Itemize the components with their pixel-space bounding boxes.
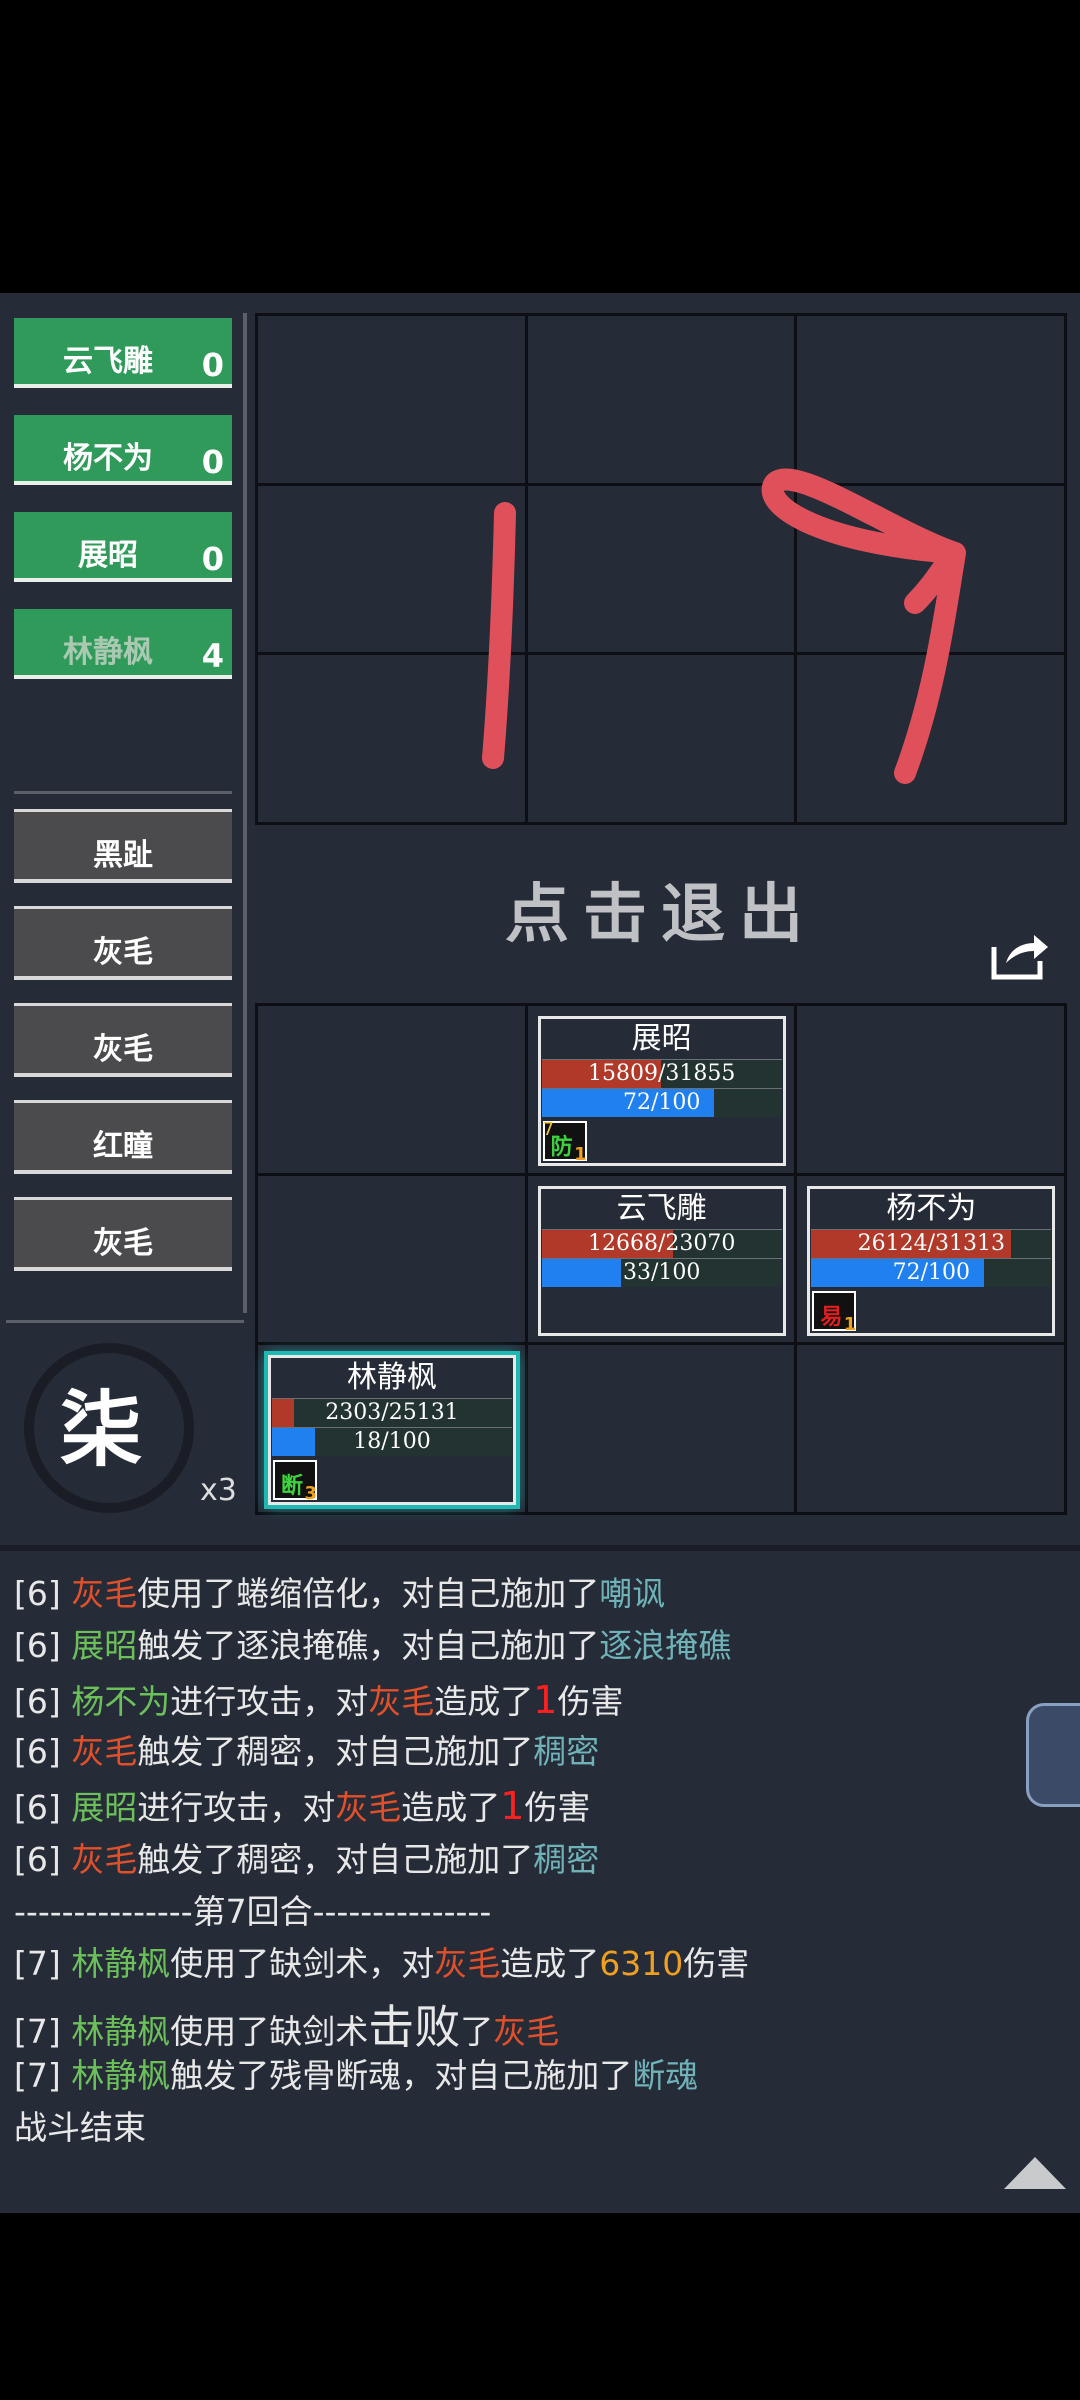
party-name: 林静枫 bbox=[63, 635, 153, 670]
enemy-item[interactable]: 黑趾 bbox=[14, 809, 232, 883]
turn-multiplier: x3 bbox=[200, 1473, 237, 1508]
hp-bar: 26124/31313 bbox=[811, 1228, 1052, 1258]
party-name: 杨不为 bbox=[63, 441, 153, 476]
log-line: [7] 林静枫触发了残骨断魂，对自己施加了断魂 bbox=[14, 2056, 699, 2095]
party-name: 展昭 bbox=[78, 538, 138, 573]
grid-cell[interactable]: 展昭 15809/31855 72/100 7 防 1 bbox=[527, 1006, 795, 1173]
party-item-yangbuwei[interactable]: 杨不为 0 bbox=[14, 415, 232, 485]
mp-bar: 33/100 bbox=[541, 1257, 782, 1287]
party-count: 0 bbox=[201, 540, 224, 578]
unit-name: 杨不为 bbox=[886, 1190, 977, 1226]
enemy-name: 红瞳 bbox=[93, 1129, 153, 1164]
hp-text: 12668/23070 bbox=[587, 1230, 736, 1256]
party-count: 4 bbox=[201, 637, 224, 675]
unit-card-yangbuwei[interactable]: 杨不为 26124/31313 72/100 易 1 bbox=[807, 1185, 1056, 1336]
buff-icon[interactable]: 易 1 bbox=[812, 1290, 857, 1335]
mp-bar: 72/100 bbox=[811, 1257, 1052, 1287]
log-line: [6] 展昭进行攻击，对灰毛造成了1伤害 bbox=[14, 1784, 591, 1828]
buff-icon[interactable]: 7 防 1 bbox=[542, 1119, 587, 1165]
party-item-linjingfeng[interactable]: 林静枫 4 bbox=[14, 609, 232, 679]
buff-count: 1 bbox=[843, 1313, 857, 1335]
hp-bar: 15809/31855 bbox=[541, 1059, 782, 1088]
unit-name: 云飞雕 bbox=[616, 1190, 707, 1226]
hp-text: 2303/25131 bbox=[325, 1400, 459, 1426]
enemy-divider bbox=[6, 1320, 244, 1323]
log-line: [6] 灰毛触发了稠密，对自己施加了稠密 bbox=[14, 1840, 600, 1879]
party-name: 云飞雕 bbox=[63, 344, 153, 379]
side-panel-tab[interactable] bbox=[1026, 1703, 1080, 1807]
scribble-overlay bbox=[482, 468, 966, 784]
party-count: 0 bbox=[201, 346, 224, 384]
party-grid: 展昭 15809/31855 72/100 7 防 1 云飞雕 12668/23… bbox=[255, 1003, 1067, 1515]
mp-bar: 72/100 bbox=[541, 1088, 782, 1117]
grid-cell[interactable]: 云飞雕 12668/23070 33/100 bbox=[527, 1175, 795, 1343]
unit-card-yunfeidiao[interactable]: 云飞雕 12668/23070 33/100 bbox=[537, 1185, 786, 1336]
log-round-separator: ---------------第7回合--------------- bbox=[14, 1892, 492, 1931]
scribble-stroke-nine bbox=[761, 468, 966, 784]
grid-cell[interactable] bbox=[797, 1345, 1064, 1512]
buff-count: 3 bbox=[304, 1483, 317, 1505]
buff-glyph: 断 bbox=[281, 1474, 304, 1500]
buff-count: 1 bbox=[574, 1144, 587, 1165]
grid-cell[interactable] bbox=[258, 1006, 525, 1173]
buff-glyph: 防 bbox=[550, 1135, 573, 1160]
buff-glyph: 易 bbox=[820, 1304, 843, 1330]
unit-name: 展昭 bbox=[631, 1021, 692, 1056]
enemy-item[interactable]: 灰毛 bbox=[14, 906, 232, 980]
turn-glyph: 柒 bbox=[60, 1382, 143, 1478]
mp-text: 33/100 bbox=[622, 1259, 701, 1285]
log-line: [7] 林静枫使用了缺剑术，对灰毛造成了6310伤害 bbox=[14, 1944, 750, 1983]
mp-text: 18/100 bbox=[353, 1429, 431, 1455]
log-top-border bbox=[0, 1545, 1080, 1551]
unit-card-linjingfeng[interactable]: 林静枫 2303/25131 18/100 断 3 bbox=[268, 1355, 516, 1506]
enemy-name: 灰毛 bbox=[93, 1032, 153, 1067]
log-line: 战斗结束 bbox=[14, 2108, 146, 2147]
battle-log: [6] 灰毛使用了蜷缩倍化，对自己施加了嘲讽 [6] 展昭触发了逐浪掩礁，对自己… bbox=[0, 1545, 1080, 2210]
hp-bar: 2303/25131 bbox=[272, 1398, 512, 1428]
enemy-name: 灰毛 bbox=[93, 935, 153, 970]
grid-cell[interactable]: 杨不为 26124/31313 72/100 易 1 bbox=[797, 1175, 1064, 1343]
hp-text: 15809/31855 bbox=[587, 1061, 736, 1086]
party-item-zhanzhao[interactable]: 展昭 0 bbox=[14, 512, 232, 582]
grid-cell[interactable] bbox=[797, 1006, 1064, 1173]
exit-label[interactable]: 点击退出 bbox=[255, 863, 1067, 955]
mp-text: 72/100 bbox=[892, 1259, 971, 1285]
hp-bar: 12668/23070 bbox=[541, 1228, 782, 1258]
log-line: [6] 杨不为进行攻击，对灰毛造成了1伤害 bbox=[14, 1678, 624, 1722]
scroll-up-icon[interactable] bbox=[1002, 2155, 1068, 2191]
enemy-item[interactable]: 红瞳 bbox=[14, 1100, 232, 1174]
log-line: [6] 灰毛使用了蜷缩倍化，对自己施加了嘲讽 bbox=[14, 1574, 666, 1613]
party-item-yunfeidiao[interactable]: 云飞雕 0 bbox=[14, 318, 232, 388]
enemy-name: 黑趾 bbox=[93, 838, 153, 873]
share-icon[interactable] bbox=[990, 931, 1052, 981]
scribble-stroke-one bbox=[482, 502, 516, 769]
buff-icon[interactable]: 断 3 bbox=[273, 1460, 317, 1504]
grid-cell[interactable]: 林静枫 2303/25131 18/100 断 3 bbox=[258, 1345, 525, 1512]
grid-cell[interactable] bbox=[258, 1175, 525, 1343]
log-line: [6] 灰毛触发了稠密，对自己施加了稠密 bbox=[14, 1732, 600, 1771]
mp-bar: 18/100 bbox=[272, 1427, 512, 1457]
party-divider bbox=[14, 791, 232, 794]
hp-text: 26124/31313 bbox=[857, 1230, 1006, 1256]
enemy-item[interactable]: 灰毛 bbox=[14, 1197, 232, 1271]
grid-cell[interactable] bbox=[527, 1345, 795, 1512]
enemy-item[interactable]: 灰毛 bbox=[14, 1003, 232, 1077]
enemy-name: 灰毛 bbox=[93, 1226, 153, 1261]
sidebar-separator bbox=[243, 313, 247, 1313]
unit-card-zhanzhao[interactable]: 展昭 15809/31855 72/100 7 防 1 bbox=[537, 1016, 786, 1166]
unit-name: 林静枫 bbox=[347, 1360, 437, 1396]
log-line: [7] 林静枫使用了缺剑术击败了灰毛 bbox=[14, 2000, 560, 2054]
party-count: 0 bbox=[201, 443, 224, 481]
log-line: [6] 展昭触发了逐浪掩礁，对自己施加了逐浪掩礁 bbox=[14, 1626, 732, 1665]
mp-text: 72/100 bbox=[622, 1090, 701, 1115]
